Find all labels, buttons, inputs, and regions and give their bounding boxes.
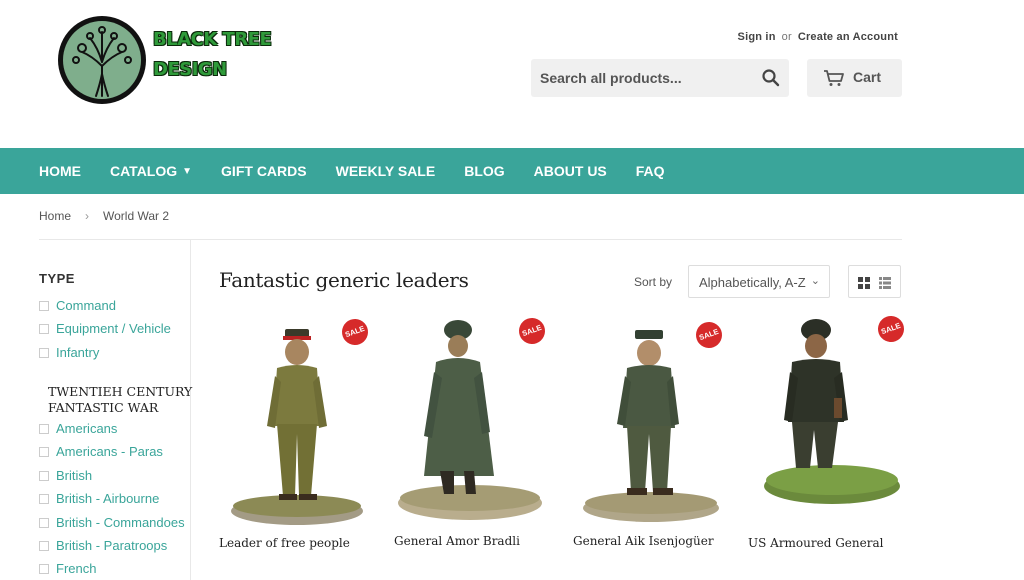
- view-toggle: [848, 265, 901, 298]
- filter-french[interactable]: French: [39, 561, 96, 576]
- filter-british-commandoes[interactable]: British - Commandoes: [39, 515, 185, 530]
- cart-icon: [824, 70, 844, 86]
- nav-faq-label: FAQ: [635, 163, 665, 179]
- checkbox[interactable]: [39, 471, 49, 481]
- filter-equipment-vehicle[interactable]: Equipment / Vehicle: [39, 321, 171, 336]
- cart-label: Cart: [853, 69, 882, 85]
- checkbox[interactable]: [39, 424, 49, 434]
- search-input[interactable]: [531, 59, 751, 97]
- checkbox[interactable]: [39, 301, 49, 311]
- product-title[interactable]: General Amor Bradli: [394, 534, 574, 548]
- war-heading: TWENTIEH CENTURY FANTASTIC WAR: [48, 384, 193, 415]
- filter-command[interactable]: Command: [39, 298, 116, 313]
- chevron-down-icon: ⌄: [810, 275, 820, 287]
- filter-label: Equipment / Vehicle: [56, 321, 171, 336]
- checkbox[interactable]: [39, 348, 49, 358]
- filter-british-airbourne[interactable]: British - Airbourne: [39, 491, 159, 506]
- product-image[interactable]: [748, 316, 903, 528]
- product-title[interactable]: US Armoured General: [748, 536, 928, 550]
- breadcrumb-current: World War 2: [103, 209, 170, 223]
- search-icon[interactable]: [761, 68, 781, 88]
- cart-button[interactable]: Cart: [807, 59, 902, 97]
- nav-gift-cards-label: GIFT CARDS: [221, 163, 307, 179]
- checkbox[interactable]: [39, 541, 49, 551]
- collection-title: Fantastic generic leaders: [219, 268, 469, 292]
- or-text: or: [781, 31, 792, 43]
- nav-faq[interactable]: FAQ: [636, 163, 665, 179]
- filter-americans[interactable]: Americans: [39, 421, 117, 436]
- breadcrumb: Home › World War 2: [39, 209, 169, 223]
- account-links: Sign in or Create an Account: [738, 31, 898, 43]
- sort-select[interactable]: Alphabetically, A-Z ⌄: [688, 265, 830, 298]
- checkbox[interactable]: [39, 494, 49, 504]
- filter-label: French: [56, 561, 97, 576]
- breadcrumb-home[interactable]: Home: [39, 209, 71, 223]
- sign-in-link[interactable]: Sign in: [738, 31, 776, 43]
- filter-label: British: [56, 468, 93, 483]
- nav-about-us[interactable]: ABOUT US: [534, 163, 607, 179]
- nav-home-label: HOME: [39, 163, 81, 179]
- filter-americans-paras[interactable]: Americans - Paras: [39, 444, 163, 459]
- nav-gift-cards[interactable]: GIFT CARDS: [221, 163, 307, 179]
- filter-infantry[interactable]: Infantry: [39, 345, 99, 360]
- nav-blog[interactable]: BLOG: [464, 163, 504, 179]
- main-nav: HOME CATALOG ▼ GIFT CARDS WEEKLY SALE BLO…: [0, 148, 1024, 194]
- filter-label: British - Airbourne: [56, 491, 160, 506]
- logo-emblem[interactable]: [56, 14, 148, 106]
- filter-sidebar: TYPE Command Equipment / Vehicle Infantr…: [39, 240, 192, 580]
- nav-catalog-label: CATALOG: [110, 163, 178, 179]
- sort-value: Alphabetically, A-Z: [699, 275, 806, 290]
- nav-about-us-label: ABOUT US: [533, 163, 607, 179]
- grid-view-icon[interactable]: [858, 276, 870, 294]
- nav-weekly-sale[interactable]: WEEKLY SALE: [336, 163, 436, 179]
- create-account-link[interactable]: Create an Account: [798, 31, 898, 43]
- sort-label: Sort by: [634, 275, 673, 289]
- filter-label: British - Paratroops: [56, 538, 168, 553]
- chevron-down-icon: ▼: [182, 166, 193, 177]
- checkbox[interactable]: [39, 518, 49, 528]
- checkbox[interactable]: [39, 447, 49, 457]
- checkbox[interactable]: [39, 564, 49, 574]
- list-view-icon[interactable]: [879, 276, 891, 294]
- filter-label: Infantry: [56, 345, 100, 360]
- checkbox[interactable]: [39, 324, 49, 334]
- product-image[interactable]: [394, 316, 549, 528]
- product-title[interactable]: General Aik Isenjogüer: [573, 534, 753, 548]
- nav-catalog[interactable]: CATALOG ▼: [110, 163, 192, 179]
- filter-label: Americans: [56, 421, 118, 436]
- filter-british[interactable]: British: [39, 468, 92, 483]
- brand-name[interactable]: BLACK TREE DESIGN: [153, 25, 303, 85]
- type-heading: TYPE: [39, 271, 75, 286]
- filter-british-paratroops[interactable]: British - Paratroops: [39, 538, 167, 553]
- filter-label: British - Commandoes: [56, 515, 185, 530]
- filter-label: Americans - Paras: [56, 444, 163, 459]
- product-title[interactable]: Leader of free people: [219, 536, 399, 550]
- search-bar: [531, 59, 789, 97]
- filter-label: Command: [56, 298, 116, 313]
- brand-line-1: BLACK TREE: [153, 29, 272, 50]
- nav-weekly-sale-label: WEEKLY SALE: [335, 163, 436, 179]
- nav-blog-label: BLOG: [464, 163, 505, 179]
- product-image[interactable]: [219, 316, 374, 528]
- nav-home[interactable]: HOME: [39, 163, 81, 179]
- brand-line-2: DESIGN: [153, 59, 227, 80]
- breadcrumb-separator: ›: [85, 209, 90, 223]
